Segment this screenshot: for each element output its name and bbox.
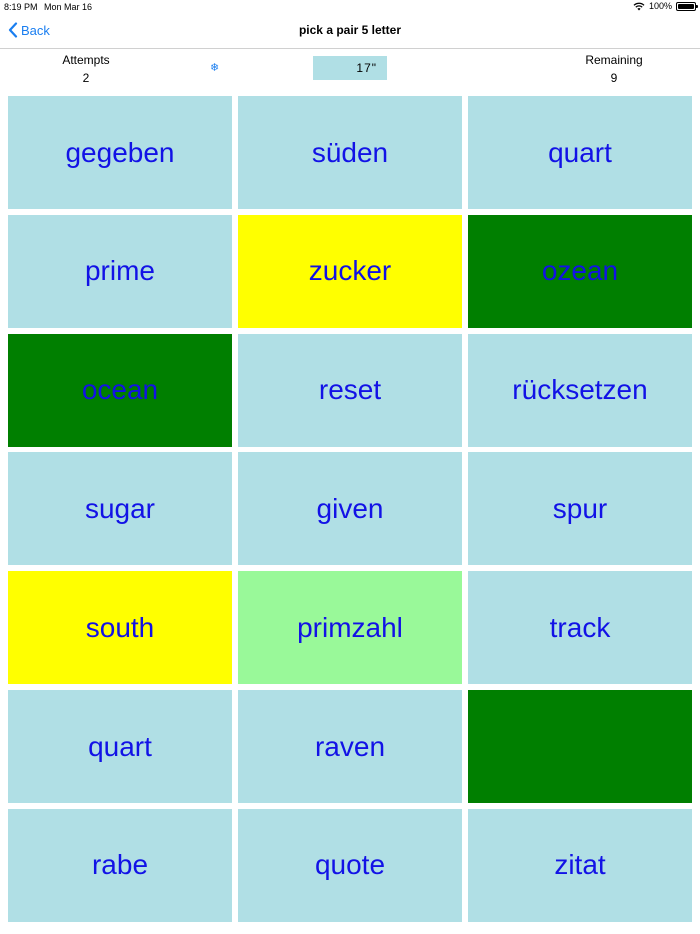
battery-icon (676, 1, 698, 11)
attempts-stat: Attempts 2 (56, 49, 116, 86)
word-tile[interactable]: gegeben (8, 96, 232, 209)
word-tile[interactable]: ocean (8, 333, 232, 447)
attempts-label: Attempts (62, 53, 110, 67)
word-tile[interactable]: sugar (8, 452, 232, 566)
word-tile[interactable]: reset (238, 333, 462, 447)
word-tile[interactable]: south (8, 571, 232, 685)
battery-percent: 100% (648, 1, 672, 11)
word-tile[interactable]: given (238, 452, 462, 566)
word-tile[interactable] (468, 690, 692, 803)
remaining-value: 9 (610, 71, 618, 85)
status-time: 8:19 PM (4, 2, 38, 12)
word-tile[interactable]: rabe (8, 808, 232, 922)
word-tile[interactable]: prime (8, 214, 232, 328)
status-date: Mon Mar 16 (44, 2, 93, 12)
remaining-stat: Remaining 9 (574, 49, 654, 86)
status-bar: 8:19 PM Mon Mar 16 100% (0, 0, 700, 14)
word-tile[interactable]: quart (468, 96, 692, 209)
word-tile[interactable]: zitat (468, 808, 692, 922)
word-tile[interactable]: quart (8, 690, 232, 803)
remaining-label: Remaining (585, 53, 643, 67)
timer-display: 17" (313, 56, 387, 80)
status-right: 100% (633, 1, 698, 11)
page-title: pick a pair 5 letter (298, 23, 402, 37)
word-tile[interactable]: quote (238, 808, 462, 922)
word-tile[interactable]: track (468, 571, 692, 685)
stats-bar: Attempts 2 ❄ 17" Remaining 9 (0, 49, 700, 93)
attempts-value: 2 (82, 71, 90, 85)
snowflake-icon[interactable]: ❄ (210, 61, 219, 74)
word-tile[interactable]: primzahl (238, 571, 462, 685)
word-tile[interactable]: süden (238, 96, 462, 209)
wifi-icon (633, 2, 645, 10)
word-tile[interactable]: rücksetzen (468, 333, 692, 447)
word-tile[interactable]: spur (468, 452, 692, 566)
navigation-bar: Back pick a pair 5 letter (0, 14, 700, 49)
word-tile[interactable]: zucker (238, 214, 462, 328)
word-tile[interactable]: ozean (468, 214, 692, 328)
word-tile[interactable]: raven (238, 690, 462, 803)
